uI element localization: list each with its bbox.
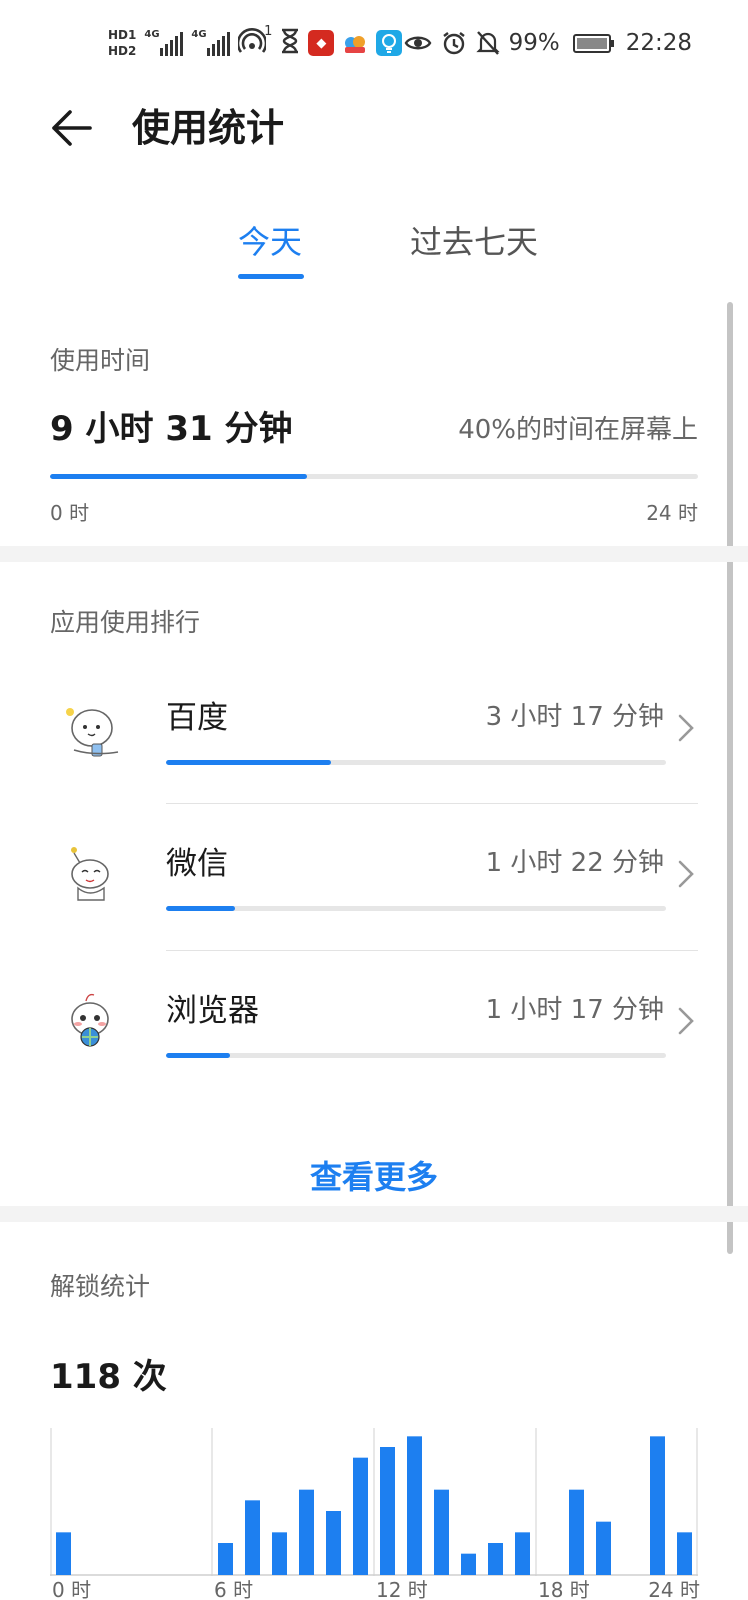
app-row-browser[interactable]: 浏览器 1 小时 17 分钟: [0, 957, 748, 1105]
app-usage-time: 1 小时 17 分钟: [485, 995, 664, 1025]
section-divider: [0, 546, 748, 562]
usage-axis-start: 0 时: [50, 501, 90, 525]
chart-bar-hour-16: [488, 1543, 503, 1575]
cloud-app-icon: [342, 30, 369, 56]
app-header: 使用统计: [0, 92, 748, 164]
chart-bar-hour-10: [326, 1511, 341, 1575]
chart-bar-hour-6: [218, 1543, 233, 1575]
chart-bar-hour-12: [380, 1447, 395, 1575]
chart-tick-label: 12 时: [376, 1578, 428, 1600]
hd1-label: HD1: [108, 28, 137, 42]
list-divider: [166, 950, 698, 951]
chart-bar-hour-11: [353, 1457, 368, 1575]
back-arrow-icon: [52, 110, 92, 146]
chart-bar-hour-8: [272, 1532, 287, 1575]
signal-icon: 4G: [191, 29, 231, 56]
app-usage-fill: [166, 1053, 230, 1058]
chart-bar-hour-13: [407, 1436, 422, 1575]
tab-past-seven-days[interactable]: 过去七天: [410, 218, 538, 266]
alarm-icon: [442, 32, 465, 55]
chart-bar-hour-23: [677, 1532, 692, 1575]
status-icons-left: HD1 HD2 4G 4G 1 ◆: [108, 20, 403, 66]
tab-active-indicator: [238, 274, 304, 279]
network-type-label: 4G: [191, 29, 207, 40]
see-more-link[interactable]: 查看更多: [0, 1154, 748, 1200]
app-ranking-label: 应用使用排行: [50, 608, 201, 637]
app-usage-fill: [166, 906, 235, 911]
app-name: 微信: [166, 846, 228, 882]
red-app-icon: ◆: [308, 30, 335, 56]
baidu-app-icon: [58, 694, 130, 766]
chevron-right-icon: [678, 1007, 694, 1035]
usage-time-value: 9 小时 31 分钟: [50, 409, 293, 449]
signal-icon: 4G: [144, 29, 184, 56]
chart-bar-hour-9: [299, 1489, 314, 1575]
app-usage-bar: [166, 906, 666, 911]
chart-bar-hour-22: [650, 1436, 665, 1575]
wechat-app-icon: [58, 840, 130, 912]
clock-time: 22:28: [625, 30, 692, 56]
chevron-right-icon: [678, 714, 694, 742]
app-usage-time: 3 小时 17 分钟: [485, 702, 664, 732]
network-type-label: 4G: [144, 29, 160, 40]
chart-bar-hour-15: [461, 1553, 476, 1575]
section-divider: [0, 1206, 748, 1222]
sim-hd-icon: HD1 HD2: [108, 27, 136, 59]
usage-progress-fill: [50, 474, 307, 479]
hotspot-icon: 1: [237, 24, 272, 58]
tab-today[interactable]: 今天: [238, 218, 302, 266]
screen-time-percent: 40%的时间在屏幕上: [458, 415, 698, 445]
app-usage-bar: [166, 1053, 666, 1058]
back-button[interactable]: [44, 102, 100, 154]
chart-tick-label: 6 时: [214, 1578, 254, 1600]
unlock-count: 118 次: [50, 1357, 167, 1397]
bulb-app-icon: [376, 30, 403, 56]
list-divider: [166, 803, 698, 804]
hd2-label: HD2: [108, 44, 137, 58]
eye-icon: [404, 36, 431, 50]
chart-tick-label: 0 时: [52, 1578, 92, 1600]
status-icons-right: 99% 22:28: [404, 26, 692, 60]
app-row-baidu[interactable]: 百度 3 小时 17 分钟: [0, 664, 748, 812]
chart-bar-hour-0: [56, 1532, 71, 1575]
battery-icon: [572, 33, 614, 53]
browser-app-icon: [58, 987, 130, 1059]
chart-bar-hour-19: [569, 1489, 584, 1575]
status-bar: HD1 HD2 4G 4G 1 ◆ 99% 22:28: [0, 0, 748, 86]
battery-percent: 99%: [508, 30, 560, 56]
app-usage-time: 1 小时 22 分钟: [485, 848, 664, 878]
chart-bar-hour-14: [434, 1489, 449, 1575]
chart-tick-label: 24 时: [648, 1578, 700, 1600]
chevron-right-icon: [678, 860, 694, 888]
tab-bar: 今天 过去七天: [0, 218, 748, 282]
usage-progress-bar: [50, 474, 698, 479]
app-usage-fill: [166, 760, 331, 765]
unlock-stats-label: 解锁统计: [50, 1272, 151, 1301]
chart-bar-hour-17: [515, 1532, 530, 1575]
app-name: 浏览器: [166, 993, 259, 1029]
app-row-wechat[interactable]: 微信 1 小时 22 分钟: [0, 810, 748, 958]
chart-tick-label: 18 时: [538, 1578, 590, 1600]
mute-bell-icon: [475, 31, 500, 55]
unlock-chart-axis: 0 时 6 时 12 时 18 时 24 时: [0, 1580, 748, 1600]
unlock-bar-chart: [50, 1428, 698, 1576]
hotspot-count: 1: [264, 24, 273, 39]
hourglass-icon: [280, 28, 300, 58]
app-usage-bar: [166, 760, 666, 765]
page-title: 使用统计: [132, 106, 285, 150]
usage-time-label: 使用时间: [50, 346, 151, 375]
app-name: 百度: [166, 700, 228, 736]
chart-bar-hour-7: [245, 1500, 260, 1575]
usage-axis-end: 24 时: [646, 501, 698, 525]
chart-bar-hour-20: [596, 1521, 611, 1575]
